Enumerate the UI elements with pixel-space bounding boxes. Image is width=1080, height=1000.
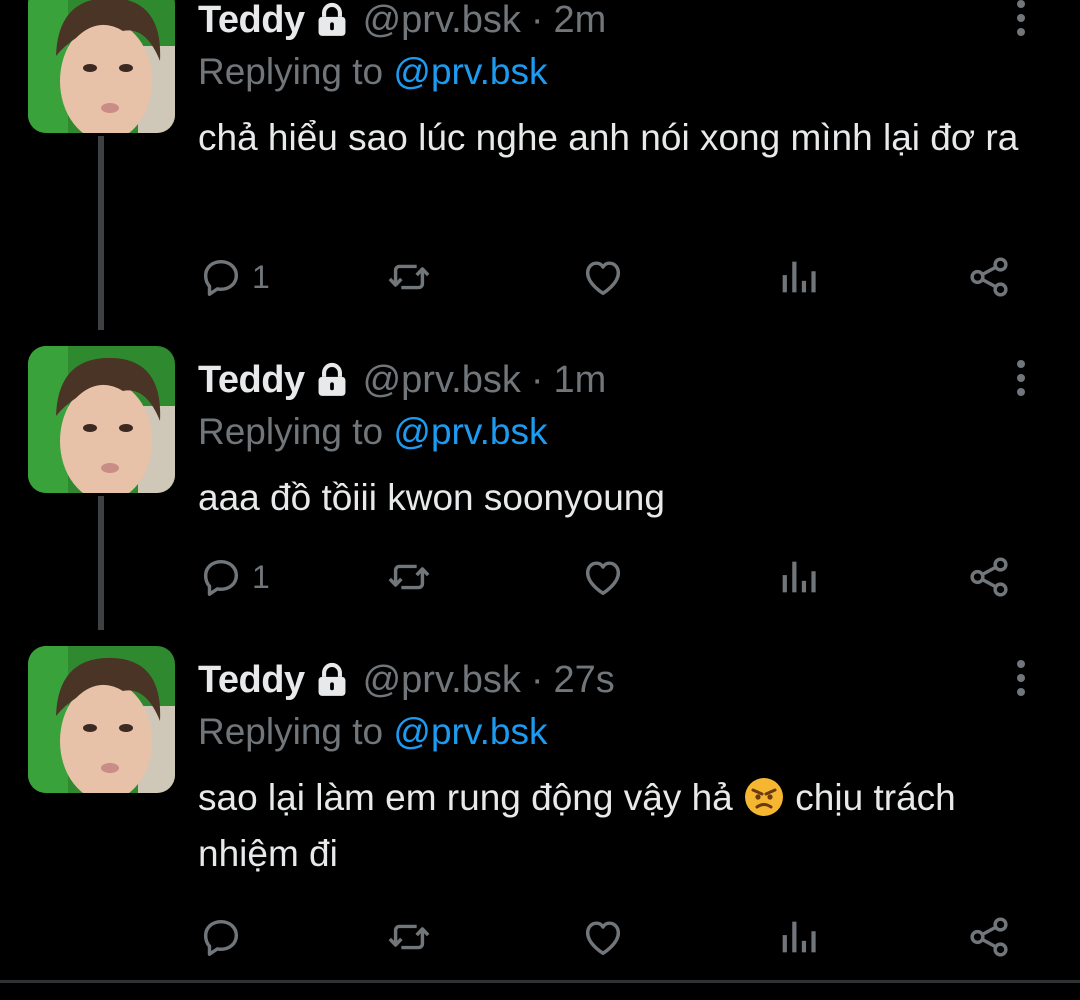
more-vertical-icon[interactable] bbox=[1008, 658, 1034, 698]
tweet[interactable]: Teddy @prv.bsk · 1m Replying to @prv.bsk… bbox=[0, 330, 1080, 630]
bottom-divider bbox=[0, 980, 1080, 1000]
tweet-text: sao lại làm em rung động vậy hả chịu trá… bbox=[198, 770, 1038, 882]
replying-to-label: Replying to bbox=[198, 411, 384, 452]
views-chart-icon bbox=[775, 914, 821, 960]
heart-icon bbox=[580, 254, 626, 300]
separator-dot: · bbox=[530, 359, 544, 401]
views-button[interactable] bbox=[775, 552, 821, 602]
user-handle[interactable]: @prv.bsk bbox=[363, 0, 521, 42]
timestamp[interactable]: 2m bbox=[553, 0, 606, 42]
reply-button[interactable]: 1 bbox=[198, 252, 270, 302]
like-button[interactable] bbox=[580, 552, 626, 602]
views-chart-icon bbox=[775, 554, 821, 600]
retweet-button[interactable] bbox=[386, 912, 432, 962]
retweet-icon bbox=[386, 554, 432, 600]
display-name[interactable]: Teddy bbox=[198, 358, 305, 402]
tweet-header: Teddy @prv.bsk · 2m bbox=[198, 0, 606, 42]
heart-icon bbox=[580, 554, 626, 600]
share-icon bbox=[966, 554, 1012, 600]
like-button[interactable] bbox=[580, 252, 626, 302]
user-handle[interactable]: @prv.bsk bbox=[363, 658, 521, 702]
tweet[interactable]: Teddy @prv.bsk · 27s Replying to @prv.bs… bbox=[0, 630, 1080, 980]
lock-icon bbox=[313, 661, 351, 699]
retweet-button[interactable] bbox=[386, 552, 432, 602]
avatar[interactable] bbox=[28, 346, 175, 493]
timestamp[interactable]: 1m bbox=[553, 358, 606, 402]
heart-icon bbox=[580, 914, 626, 960]
share-button[interactable] bbox=[966, 912, 1012, 962]
tweet-actions: 1 bbox=[0, 252, 1080, 302]
avatar[interactable] bbox=[28, 0, 175, 133]
reply-bubble-icon bbox=[198, 554, 244, 600]
display-name[interactable]: Teddy bbox=[198, 658, 305, 702]
share-button[interactable] bbox=[966, 552, 1012, 602]
share-icon bbox=[966, 254, 1012, 300]
tweet-text: chả hiểu sao lúc nghe anh nói xong mình … bbox=[198, 117, 1019, 158]
separator-dot: · bbox=[530, 0, 544, 41]
separator-dot: · bbox=[530, 659, 544, 701]
reply-button[interactable] bbox=[198, 912, 252, 962]
retweet-icon bbox=[386, 914, 432, 960]
like-button[interactable] bbox=[580, 912, 626, 962]
reply-count: 1 bbox=[252, 258, 270, 295]
views-button[interactable] bbox=[775, 912, 821, 962]
lock-icon bbox=[313, 1, 351, 39]
reply-count: 1 bbox=[252, 558, 270, 595]
user-handle[interactable]: @prv.bsk bbox=[363, 358, 521, 402]
share-icon bbox=[966, 914, 1012, 960]
replying-to-mention[interactable]: @prv.bsk bbox=[393, 51, 547, 92]
more-vertical-icon[interactable] bbox=[1008, 0, 1034, 38]
reply-button[interactable]: 1 bbox=[198, 552, 270, 602]
tweet[interactable]: Teddy @prv.bsk · 2m Replying to @prv.bsk… bbox=[0, 0, 1080, 330]
replying-to: Replying to @prv.bsk bbox=[198, 50, 547, 94]
replying-to-label: Replying to bbox=[198, 711, 384, 752]
replying-to-mention[interactable]: @prv.bsk bbox=[393, 711, 547, 752]
lock-icon bbox=[313, 361, 351, 399]
tweet-actions: 1 bbox=[0, 552, 1080, 602]
timestamp[interactable]: 27s bbox=[553, 658, 614, 702]
replying-to: Replying to @prv.bsk bbox=[198, 410, 547, 454]
tweet-header: Teddy @prv.bsk · 27s bbox=[198, 658, 615, 702]
tweet-header: Teddy @prv.bsk · 1m bbox=[198, 358, 606, 402]
tweet-text-part: sao lại làm em rung động vậy hả bbox=[198, 777, 744, 818]
share-button[interactable] bbox=[966, 252, 1012, 302]
retweet-button[interactable] bbox=[386, 252, 432, 302]
reply-thread: Teddy @prv.bsk · 2m Replying to @prv.bsk… bbox=[0, 0, 1080, 1000]
replying-to-label: Replying to bbox=[198, 51, 384, 92]
views-chart-icon bbox=[775, 254, 821, 300]
more-vertical-icon[interactable] bbox=[1008, 358, 1034, 398]
display-name[interactable]: Teddy bbox=[198, 0, 305, 42]
replying-to: Replying to @prv.bsk bbox=[198, 710, 547, 754]
replying-to-mention[interactable]: @prv.bsk bbox=[393, 411, 547, 452]
retweet-icon bbox=[386, 254, 432, 300]
reply-bubble-icon bbox=[198, 914, 244, 960]
tweet-actions bbox=[0, 912, 1080, 962]
avatar[interactable] bbox=[28, 646, 175, 793]
tweet-text: aaa đồ tồiii kwon soonyoung bbox=[198, 477, 665, 518]
views-button[interactable] bbox=[775, 252, 821, 302]
angry-face-emoji bbox=[745, 778, 784, 816]
reply-bubble-icon bbox=[198, 254, 244, 300]
